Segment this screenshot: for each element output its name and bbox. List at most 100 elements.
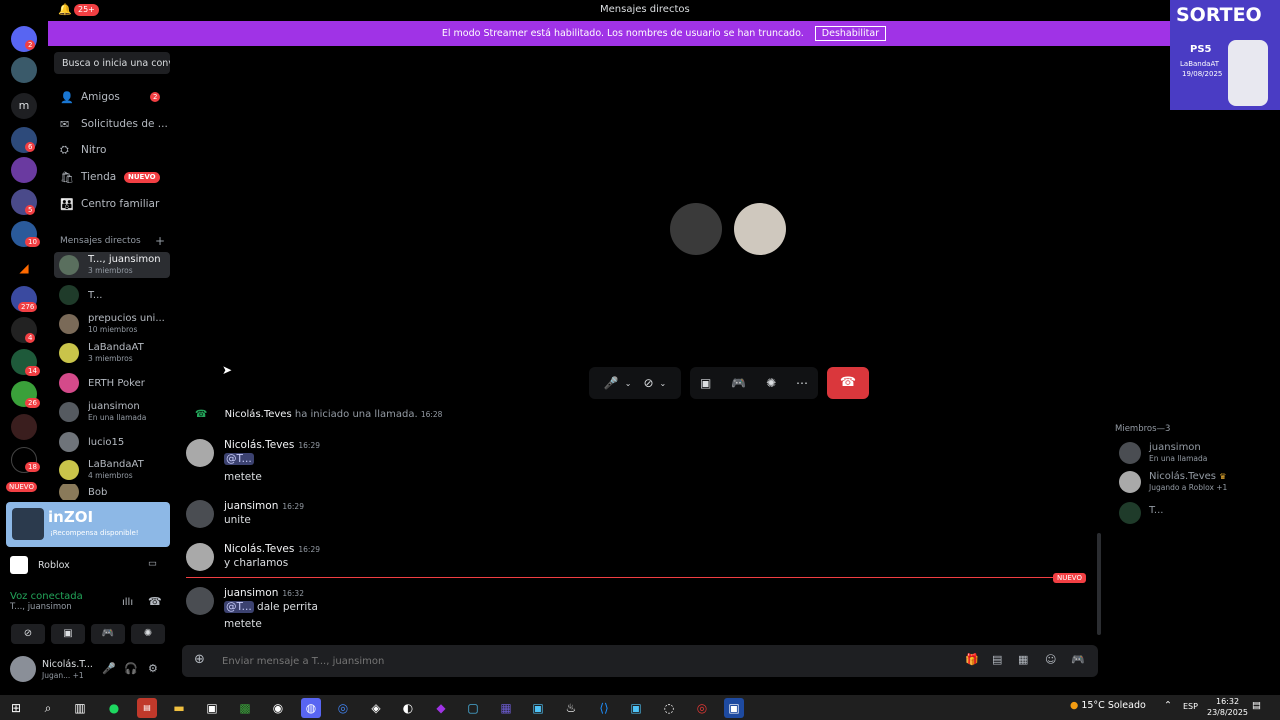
app-icon[interactable]: ▤ [137,698,157,718]
gift-icon[interactable]: 🎁 [965,653,979,666]
member-item[interactable]: T... [1119,500,1279,526]
activity-card[interactable]: inZOI ¡Recompensa disponible! [6,502,170,547]
stream-game-icon[interactable]: ▭ [148,558,157,569]
hang-up-button[interactable]: ☎ [827,367,869,399]
camera-off-button[interactable]: ⊘ [11,624,45,644]
voice-status[interactable]: Voz conectada [10,591,170,602]
weather-widget[interactable]: ● 15°C Soleado [1070,700,1146,711]
file-explorer-icon[interactable]: ▬ [169,698,189,718]
dm-item[interactable]: LaBandaAT 4 miembros [54,457,170,483]
server-icon[interactable]: m [11,93,37,119]
more-icon[interactable]: ⋯ [796,376,808,390]
avatar[interactable] [10,656,36,682]
avatar[interactable] [186,439,214,467]
mention[interactable]: @T... [224,453,254,465]
dm-item[interactable]: prepucios uni... 10 miembros [54,311,170,337]
avatar[interactable] [186,500,214,528]
app-icon[interactable]: ◈ [366,698,386,718]
add-dm-icon[interactable]: + [155,234,165,248]
server-icon[interactable]: ◢ [11,255,37,281]
avatar[interactable] [186,587,214,615]
message-author[interactable]: Nicolás.Teves [224,543,294,555]
server-icon[interactable] [11,414,37,440]
nav-message-requests[interactable]: ✉ Solicitudes de ... [60,114,170,134]
server-icon[interactable] [11,57,37,83]
clock[interactable]: 16:32 23/8/2025 [1207,696,1248,718]
microphone-icon[interactable]: 🎤 [604,376,619,390]
dm-item[interactable]: ERTH Poker [54,370,170,396]
message-author[interactable]: Nicolás.Teves [224,439,294,451]
gif-icon[interactable]: ▤ [992,653,1002,666]
windows-start-icon[interactable]: ⊞ [6,698,26,718]
nav-family-center[interactable]: 👪 Centro familiar [60,194,170,214]
call-participant-avatar[interactable] [734,203,786,255]
microphone-icon[interactable]: 🎤 [102,662,116,675]
chevron-down-icon[interactable]: ⌄ [625,379,632,388]
screen-share-button[interactable]: ▣ [51,624,85,644]
dm-item[interactable]: LaBandaAT 3 miembros [54,340,170,366]
search-icon[interactable]: ⌕ [38,698,58,718]
member-item[interactable]: juansimon En una llamada [1119,440,1279,466]
activity-button[interactable]: 🎮 [91,624,125,644]
app-icon[interactable]: ▢ [463,698,483,718]
disable-streamer-button[interactable]: Deshabilitar [814,26,887,41]
apps-icon[interactable]: 🎮 [1071,653,1085,666]
app-icon[interactable]: ▣ [528,698,548,718]
disconnect-icon[interactable]: ☎ [148,595,162,608]
notification-center-icon[interactable]: ▤ [1252,700,1261,711]
game-activity-row[interactable]: Roblox ▭ [10,556,170,576]
mention[interactable]: @T... [224,601,254,613]
bell-icon[interactable]: 🔔 [58,3,72,16]
chat-scrollbar[interactable] [1097,533,1101,635]
search-input[interactable]: Busca o inicia una conv... [54,52,170,74]
app-icon[interactable]: ▣ [724,698,744,718]
app-icon[interactable]: ◌ [659,698,679,718]
dm-item[interactable]: juansimon En una llamada [54,399,170,425]
vscode-icon[interactable]: ⟨⟩ [594,698,614,718]
chrome-icon[interactable]: ◎ [692,698,712,718]
chat-message: juansimon 16:32 @T... dale perrita metete [186,587,1086,633]
dm-item[interactable]: lucio15 [54,429,170,455]
screen-share-icon[interactable]: ▣ [700,376,711,390]
discord-icon[interactable]: ◍ [301,698,321,718]
chevron-down-icon[interactable]: ⌄ [660,379,667,388]
dm-item[interactable]: Bob [54,484,170,500]
steam-icon[interactable]: ♨ [561,698,581,718]
minecraft-icon[interactable]: ▩ [235,698,255,718]
language-indicator[interactable]: ESP [1183,702,1198,711]
camera-off-icon[interactable]: ⊘ [643,376,653,390]
soundboard-icon[interactable]: ✺ [766,376,776,390]
spotify-icon[interactable]: ● [104,698,124,718]
gamepad-icon[interactable]: 🎮 [731,376,746,390]
emoji-icon[interactable]: ☺ [1045,653,1056,666]
member-item[interactable]: Nicolás.Teves ♛ Jugando a Roblox +1 [1119,469,1279,495]
task-view-icon[interactable]: ▥ [70,698,90,718]
app-icon[interactable]: ◐ [398,698,418,718]
app-icon[interactable]: ▦ [496,698,516,718]
sticker-icon[interactable]: ▦ [1018,653,1028,666]
nav-nitro[interactable]: ⛭ Nitro [60,140,170,160]
avatar[interactable] [186,543,214,571]
message-author[interactable]: juansimon [224,500,278,512]
message-text: metete [224,471,262,483]
chevron-up-icon[interactable]: ⌃ [1164,700,1172,711]
system-author[interactable]: Nicolás.Teves [225,409,292,420]
noise-icon[interactable]: ıllı [122,597,133,608]
server-icon[interactable] [11,157,37,183]
app-icon[interactable]: ◉ [268,698,288,718]
timestamp: 16:29 [282,502,304,511]
server-badge: 6 [25,142,36,152]
dm-item[interactable]: T... [54,282,170,308]
call-participant-avatar[interactable] [670,203,722,255]
gear-icon[interactable]: ⚙ [148,662,158,675]
soundboard-button[interactable]: ✺ [131,624,165,644]
chrome-icon[interactable]: ◎ [333,698,353,718]
add-attachment-icon[interactable]: ⊕ [194,652,205,667]
headphones-icon[interactable]: 🎧 [124,662,138,675]
app-icon[interactable]: ◆ [431,698,451,718]
app-icon[interactable]: ▣ [626,698,646,718]
dm-item[interactable]: T..., juansimon 3 miembros [54,252,170,278]
message-input[interactable] [222,652,922,670]
store-icon[interactable]: ▣ [202,698,222,718]
message-author[interactable]: juansimon [224,587,278,599]
